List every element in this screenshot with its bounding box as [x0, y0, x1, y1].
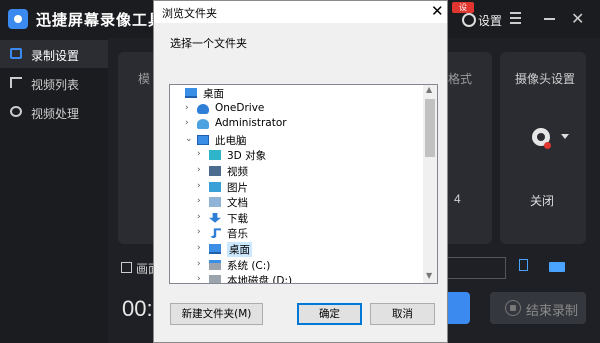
sidebar: 录制设置 视频列表 视频处理 [0, 38, 108, 343]
cancel-button[interactable]: 取消 [370, 303, 435, 325]
chevron-down-icon[interactable]: ⌄ [185, 134, 193, 144]
format-value: 4 [454, 192, 461, 206]
tree-item-label: 文档 [227, 197, 248, 210]
dialog-close-icon[interactable]: ✕ [431, 2, 444, 20]
chevron-right-icon[interactable]: › [197, 259, 205, 269]
settings-button[interactable]: 设置 [478, 12, 502, 29]
tree-item-label: 图片 [227, 181, 248, 194]
tree-item-label: 下载 [227, 212, 248, 225]
music-icon [210, 228, 221, 239]
card-label-format: 格式 [448, 72, 473, 86]
system-drive-icon [209, 259, 221, 270]
sidebar-item-label: 视频列表 [31, 78, 80, 92]
open-folder-icon[interactable] [549, 262, 565, 272]
chevron-right-icon[interactable]: › [197, 181, 205, 191]
documents-icon [209, 197, 221, 208]
tree-item-label: 桌面 [227, 242, 252, 257]
camera-off-icon [544, 142, 551, 149]
processing-icon [10, 106, 22, 117]
sidebar-item-label: 录制设置 [31, 49, 80, 63]
video-icon [209, 166, 221, 176]
chevron-right-icon[interactable]: › [185, 118, 193, 128]
chevron-right-icon[interactable]: › [197, 227, 205, 237]
desktop-icon [185, 88, 197, 98]
tree-item-label: 视频 [227, 166, 248, 178]
scroll-up-icon[interactable]: ▲ [426, 85, 432, 94]
file-list-icon[interactable] [519, 259, 528, 271]
tree-item-label: 本地磁盘 (D:) [227, 275, 293, 284]
folder-tree[interactable]: › 本地磁盘 (D:) › 系统 (C:) › 桌面 › 音乐 › 下载 › 文档 › 图片 › 视频 › 3D … [169, 84, 438, 284]
sidebar-item-record-settings[interactable]: 录制设置 [0, 40, 108, 68]
app-logo-icon [8, 9, 28, 29]
minimize-icon[interactable] [544, 18, 555, 20]
cloud-icon [197, 103, 209, 114]
scrollbar-thumb[interactable] [425, 99, 435, 157]
chevron-right-icon[interactable]: › [197, 165, 205, 175]
settings-icon[interactable] [462, 13, 476, 27]
3d-objects-icon [209, 150, 221, 161]
output-path-field[interactable] [438, 257, 506, 279]
dialog-title: 浏览文件夹 [162, 7, 217, 20]
download-icon [209, 212, 221, 223]
user-icon [197, 119, 209, 130]
chevron-right-icon[interactable]: › [197, 196, 205, 206]
camera-value: 关闭 [530, 194, 555, 208]
app-title: 迅捷屏幕录像工具 [36, 12, 165, 29]
tree-item-label: 此电脑 [215, 134, 247, 147]
vip-badge[interactable]: 设 [452, 2, 474, 13]
sidebar-item-label: 视频处理 [31, 107, 80, 121]
browse-folder-dialog: 浏览文件夹 ✕ 选择一个文件夹 › 本地磁盘 (D:) › 系统 (C:) › 桌面 › 音乐… [153, 0, 448, 343]
desktop-icon [209, 244, 221, 254]
menu-icon[interactable] [510, 12, 521, 24]
tree-item-label: 音乐 [227, 228, 248, 241]
record-timer: 00: [122, 296, 153, 321]
tree-scrollbar[interactable]: ▲ ▼ [423, 85, 437, 283]
chevron-right-icon[interactable]: › [197, 149, 205, 159]
chevron-right-icon[interactable]: › [185, 103, 193, 113]
stop-icon [505, 300, 521, 316]
record-icon [10, 48, 22, 59]
ok-button[interactable]: 确定 [297, 303, 362, 325]
chevron-right-icon[interactable]: › [197, 243, 205, 253]
camera-settings-label: 摄像头设置 [515, 72, 576, 86]
chevron-down-icon[interactable] [561, 134, 569, 139]
sidebar-item-video-processing[interactable]: 视频处理 [0, 98, 108, 126]
sidebar-item-video-list[interactable]: 视频列表 [0, 69, 108, 97]
new-folder-button[interactable]: 新建文件夹(M) [170, 303, 263, 325]
chevron-right-icon[interactable]: › [197, 274, 205, 283]
dialog-title-bar: 浏览文件夹 ✕ [154, 1, 447, 23]
tree-item-label: 桌面 [203, 88, 224, 100]
list-icon [10, 77, 22, 88]
tree-item-label: OneDrive [215, 101, 265, 114]
tree-item-label: 3D 对象 [227, 150, 267, 163]
local-disk-icon [209, 275, 221, 283]
tree-item-label: 系统 (C:) [227, 259, 271, 272]
tree-item-label: Administrator [215, 117, 287, 130]
pictures-icon [209, 181, 221, 192]
dialog-prompt: 选择一个文件夹 [170, 37, 247, 50]
card-label-mode: 模 [138, 72, 151, 86]
scroll-down-icon[interactable]: ▼ [426, 271, 432, 280]
computer-icon [197, 134, 209, 145]
stop-record-label: 结束录制 [526, 303, 579, 318]
screen-checkbox[interactable] [121, 262, 132, 273]
chevron-right-icon[interactable]: › [197, 212, 205, 222]
close-icon[interactable]: ✕ [571, 9, 584, 29]
